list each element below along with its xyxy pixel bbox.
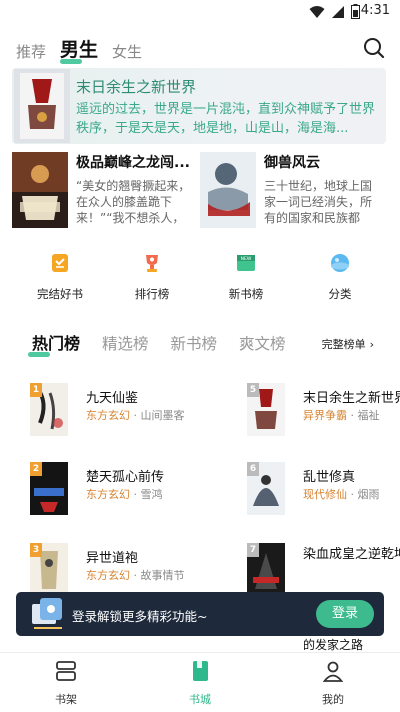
rank-item-meta: 东方玄幻 · 雪鸿 [86,488,163,501]
book-cover [200,152,256,228]
signal-icon [332,5,344,18]
login-prompt: 登录解锁更多精彩功能~ 登录 [16,592,384,636]
profile-icon [322,661,344,682]
tab-cool[interactable]: 爽文榜 [239,332,286,354]
tab-new[interactable]: 新书榜 [171,332,218,354]
rank-item[interactable]: 1 九天仙鉴 东方玄幻 · 山间墨客 [30,383,200,439]
book-card-description: “美女的翘臀撅起来，在众人的膝盖跪下来！”“我不想杀人，也不想... [76,179,191,225]
rank-badge: 3 [30,543,42,557]
bookshelf-icon [56,661,76,681]
book-card-title: 极品巅峰之龙闯... [76,155,190,171]
login-prompt-text: 登录解锁更多精彩功能~ [72,609,208,624]
rank-item-author: 福祉 [357,409,380,422]
banner-title: 末日余生之新世界 [76,78,197,96]
full-rank-link[interactable]: 完整榜单 › [322,336,374,352]
status-icons [309,4,360,19]
rank-item-meta: 现代修仙 · 烟雨 [303,488,380,501]
category-shortcuts: 完结好书 排行榜 NEW 新书榜 分类 [0,252,400,304]
partial-rank-title: 的发家之路 [303,638,364,652]
banner-book-cover [14,69,70,143]
chevron-right-icon: › [369,338,374,351]
rank-item[interactable]: 6 乱世修真 现代修仙 · 烟雨 [247,462,400,518]
tab-female[interactable]: 女生 [112,41,142,62]
rank-item[interactable]: 3 异世道袍 东方玄幻 · 故事情节 [30,543,200,599]
rank-item-title: 乱世修真 [303,470,356,485]
rank-item-genre: 现代修仙 [303,488,347,501]
rank-item-genre: 东方玄幻 [86,488,130,501]
rank-item-author: 烟雨 [357,488,380,501]
rank-item-author: 雪鸿 [140,488,163,501]
rank-item[interactable]: 2 楚天孤心前传 东方玄幻 · 雪鸿 [30,462,200,518]
book-card[interactable]: 御兽风云 三十世纪，地球上国家一词已经消失，所有的国家和民族都统... [200,152,382,230]
tab-recommend[interactable]: 推荐 [16,41,46,62]
rank-item-meta: 东方玄幻 · 山间墨客 [86,409,185,422]
rank-item-genre: 东方玄幻 [86,569,130,582]
category-icon [331,254,349,272]
trophy-icon [146,255,158,272]
rank-item-meta: 异界争霸 · 福祉 [303,409,380,422]
nav-label: 书城 [189,693,211,706]
rank-item-title: 楚天孤心前传 [86,470,165,485]
tab-male[interactable]: 男生 [60,35,98,64]
rank-item-title: 异世道袍 [86,551,139,566]
book-card[interactable]: 极品巅峰之龙闯... “美女的翘臀撅起来，在众人的膝盖跪下来！”“我不想杀人，也… [12,152,194,230]
nav-bookstore[interactable]: 书城 [170,659,230,707]
rank-item-genre: 异界争霸 [303,409,347,422]
rank-item-title: 九天仙鉴 [86,391,139,406]
category-classify[interactable]: 分类 [300,252,380,302]
featured-banner[interactable]: 末日余生之新世界 遥远的过去，世界是一片混沌，直到众神赋予了世界秩序，于是天是天… [12,68,386,144]
status-time: 4:31 [360,3,390,18]
banner-description: 遥远的过去，世界是一片混沌，直到众神赋予了世界秩序，于是天是天，地是地，山是山，… [76,102,376,136]
category-label: 排行榜 [134,287,170,301]
rank-item[interactable]: 7 染血成皇之逆乾坤 [247,543,400,599]
category-ranking[interactable]: 排行榜 [112,252,192,302]
battery-icon [351,4,360,19]
rank-tabs: 热门榜 精选榜 新书榜 爽文榜 [27,330,286,357]
top-tabs: 推荐 男生 女生 [16,34,142,64]
svg-text:NEW: NEW [241,256,252,262]
book-card-description: 三十世纪，地球上国家一词已经消失，所有的国家和民族都统... [264,179,373,225]
rank-item-meta: 东方玄幻 · 故事情节 [86,569,185,582]
book-card-title: 御兽风云 [264,155,320,171]
category-label: 完结好书 [37,287,83,301]
unlock-illustration-icon [32,598,62,629]
category-label: 分类 [328,287,352,301]
login-button[interactable]: 登录 [316,600,374,628]
full-rank-label: 完整榜单 [321,338,366,351]
rank-badge: 6 [247,462,259,476]
rank-badge: 2 [30,462,42,476]
search-button[interactable] [362,36,386,60]
rank-badge: 7 [247,543,259,557]
rank-item-title: 末日余生之新世界 [303,391,400,406]
category-label: 新书榜 [228,287,264,301]
rank-badge: 1 [30,383,42,397]
wifi-icon [309,5,325,18]
search-icon [364,38,385,59]
rank-item-author: 山间墨客 [140,409,185,422]
bookstore-icon [193,661,208,681]
rank-item[interactable]: 5 末日余生之新世界 异界争霸 · 福祉 [247,383,400,439]
new-book-icon: NEW [237,255,255,271]
nav-profile[interactable]: 我的 [303,659,363,707]
category-new-books[interactable]: NEW 新书榜 [206,252,286,302]
nav-label: 书架 [55,693,77,706]
completed-book-icon [52,254,68,272]
bottom-nav: 书架 书城 我的 [0,652,400,712]
tab-selected[interactable]: 精选榜 [102,332,149,354]
nav-bookshelf[interactable]: 书架 [36,659,96,707]
rank-item-author: 故事情节 [140,569,185,582]
status-bar: 4:31 [0,0,400,24]
rank-badge: 5 [247,383,259,397]
rank-item-genre: 东方玄幻 [86,409,130,422]
nav-label: 我的 [322,693,344,706]
book-cover [12,152,68,228]
tab-hot[interactable]: 热门榜 [27,330,80,357]
category-completed[interactable]: 完结好书 [20,252,100,302]
rank-item-title: 染血成皇之逆乾坤 [303,547,400,562]
